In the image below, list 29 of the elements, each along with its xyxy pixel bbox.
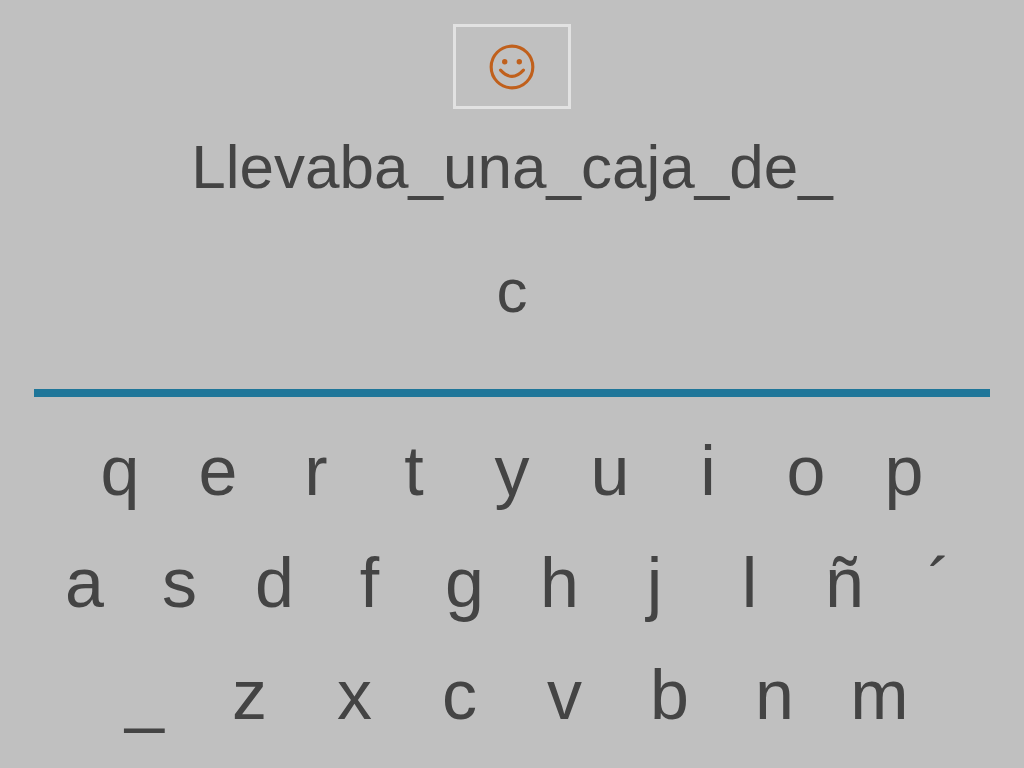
letter-key[interactable]: d — [227, 538, 322, 628]
letter-key[interactable]: q — [71, 426, 169, 516]
letter-key[interactable]: s — [132, 538, 227, 628]
letter-key[interactable]: n — [722, 650, 827, 740]
letter-key[interactable]: l — [702, 538, 797, 628]
letter-key[interactable]: u — [561, 426, 659, 516]
letter-key[interactable]: o — [757, 426, 855, 516]
letter-key[interactable]: p — [855, 426, 953, 516]
letter-key[interactable]: x — [302, 650, 407, 740]
letter-key[interactable]: c — [407, 650, 512, 740]
letter-key[interactable]: r — [267, 426, 365, 516]
letter-key[interactable]: e — [169, 426, 267, 516]
letter-key[interactable]: j — [607, 538, 702, 628]
letter-key[interactable]: a — [37, 538, 132, 628]
letter-key[interactable]: z — [197, 650, 302, 740]
answer-text: c — [496, 255, 528, 327]
letter-key[interactable]: i — [659, 426, 757, 516]
letter-key[interactable]: v — [512, 650, 617, 740]
letter-key[interactable]: g — [417, 538, 512, 628]
letter-key[interactable]: m — [827, 650, 932, 740]
letter-key[interactable]: ñ — [797, 538, 892, 628]
letter-key[interactable]: t — [365, 426, 463, 516]
letter-key[interactable]: f — [322, 538, 417, 628]
letter-key[interactable]: b — [617, 650, 722, 740]
letter-key[interactable]: y — [463, 426, 561, 516]
letter-key[interactable]: _ — [92, 650, 197, 740]
letter-key[interactable]: h — [512, 538, 607, 628]
letter-key[interactable]: ´ — [892, 538, 987, 628]
sentence-text: Llevaba_una_caja_de_ — [191, 131, 833, 203]
